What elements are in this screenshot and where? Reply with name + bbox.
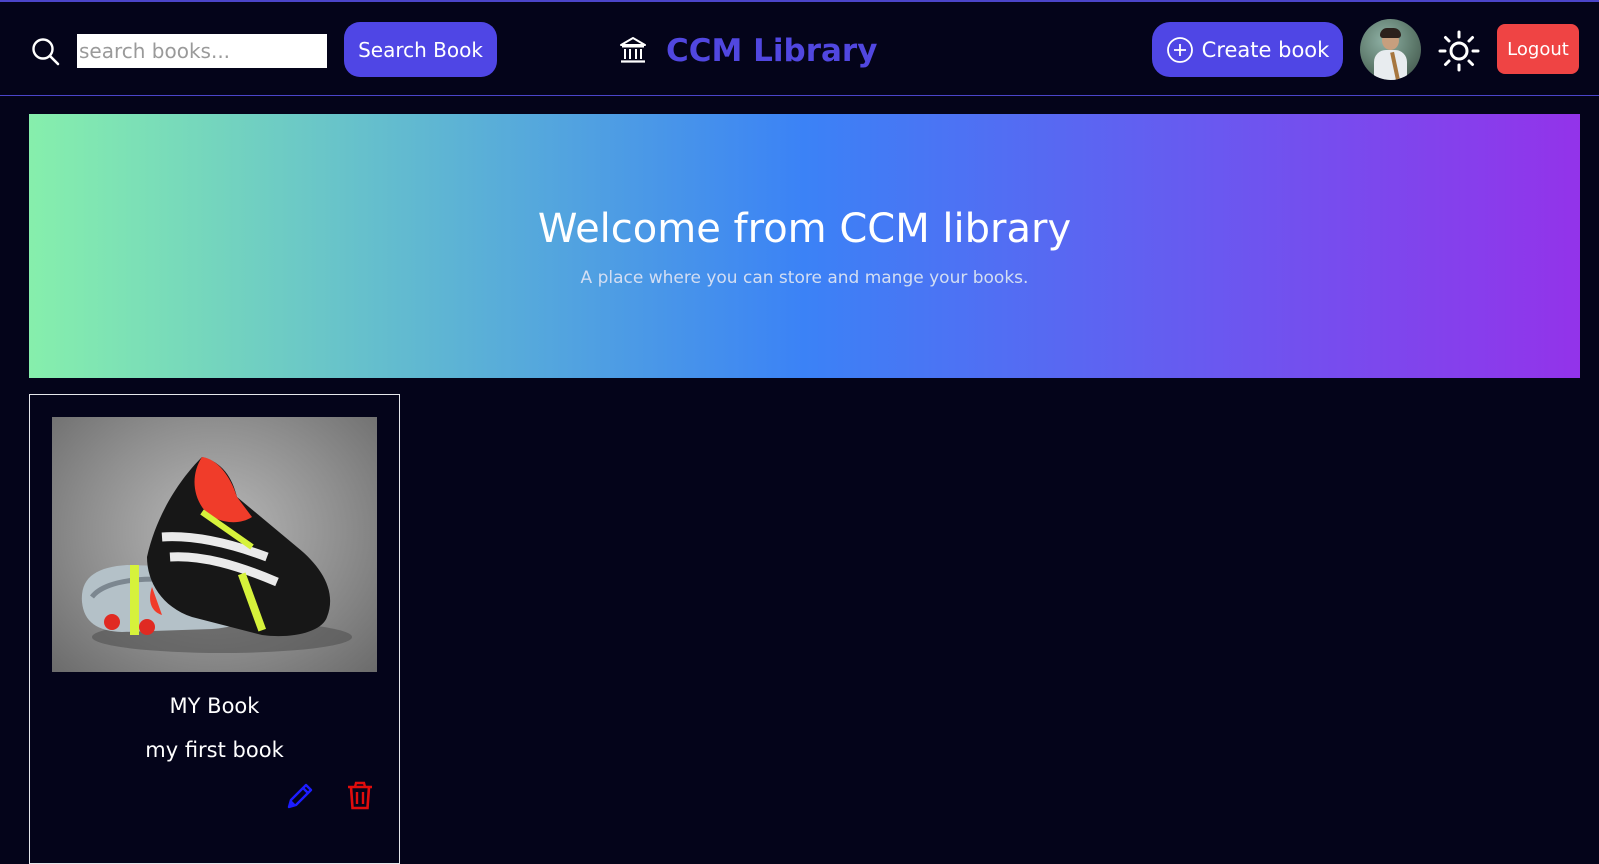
search-icon[interactable] bbox=[30, 36, 60, 66]
library-building-icon bbox=[620, 37, 646, 63]
book-description: my first book bbox=[145, 738, 284, 762]
book-title: MY Book bbox=[169, 694, 260, 718]
logout-button[interactable]: Logout bbox=[1497, 24, 1579, 74]
hero-title: Welcome from CCM library bbox=[537, 206, 1072, 252]
hero-subtitle: A place where you can store and mange yo… bbox=[580, 268, 1029, 288]
pencil-icon[interactable] bbox=[285, 781, 315, 811]
trash-icon[interactable] bbox=[346, 781, 374, 811]
book-cover-image bbox=[52, 417, 377, 672]
user-avatar[interactable] bbox=[1360, 19, 1421, 80]
sun-icon[interactable] bbox=[1438, 30, 1480, 72]
brand-title[interactable]: CCM Library bbox=[666, 31, 877, 71]
create-book-button[interactable]: Create book bbox=[1152, 22, 1343, 77]
search-input[interactable] bbox=[77, 34, 327, 68]
navbar: Search Book CCM Library Create book bbox=[0, 2, 1599, 96]
book-card[interactable]: MY Book my first book bbox=[29, 394, 400, 864]
hero-banner: Welcome from CCM library A place where y… bbox=[29, 114, 1580, 378]
search-book-button[interactable]: Search Book bbox=[344, 22, 497, 77]
plus-circle-icon bbox=[1166, 36, 1193, 63]
create-book-label: Create book bbox=[1201, 37, 1330, 62]
